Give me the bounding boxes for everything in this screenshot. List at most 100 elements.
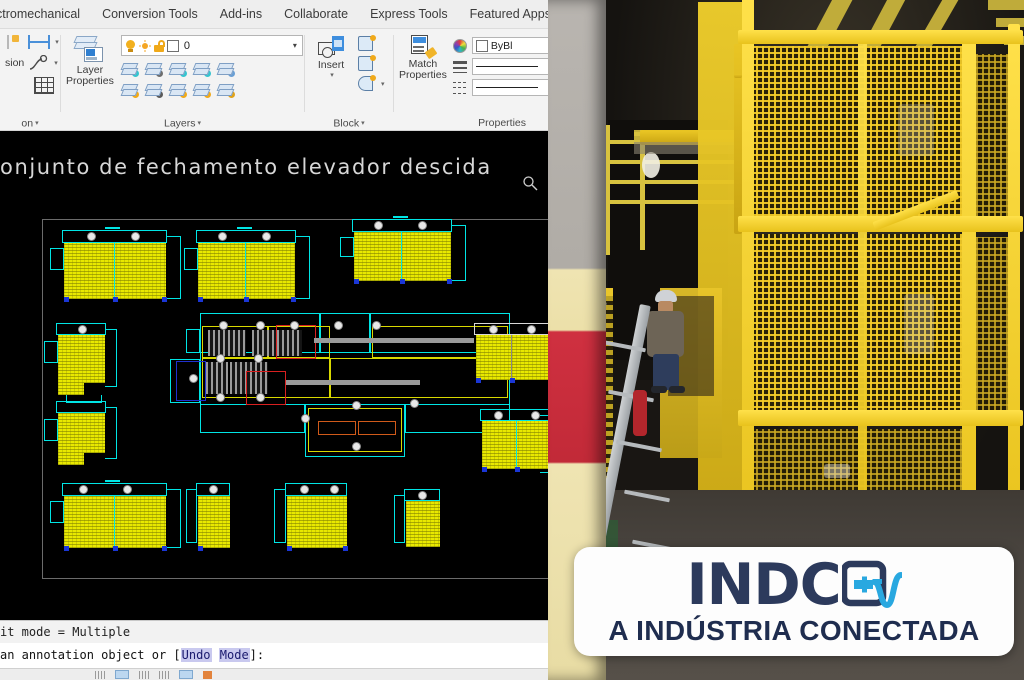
grip-point-blue[interactable] [162,546,167,551]
tab-electromechanical[interactable]: ctromechanical [0,0,91,29]
grip-point[interactable] [262,232,271,241]
polar-icon[interactable] [139,670,149,679]
tab-collaborate[interactable]: Collaborate [273,0,359,29]
grip-point[interactable] [290,321,299,330]
long-rail-bar[interactable] [314,338,474,343]
layer-thaw-all-icon[interactable] [169,82,187,98]
block-caret-icon[interactable]: ▾ [361,120,365,127]
match-properties-button[interactable]: Match Properties [399,33,447,81]
grip-point[interactable] [489,325,498,334]
layer-change-to-current-icon[interactable] [217,82,235,98]
panel-side-tab-right[interactable] [295,236,310,299]
panel-side-tab-right[interactable] [540,415,548,473]
panel-side-tab-left[interactable] [274,489,286,543]
highlight-box-orange[interactable] [318,421,356,435]
panel-hatch[interactable] [64,496,166,548]
grip-point[interactable] [494,411,503,420]
osnap-icon[interactable] [159,670,169,679]
panel-properties-title[interactable]: Properties [394,116,544,131]
grip-point[interactable] [189,374,198,383]
panel-hatch[interactable] [198,243,295,299]
layer-merge-icon[interactable] [217,61,235,77]
color-swatch-icon[interactable] [166,39,179,52]
panel-frame-top[interactable] [62,230,167,243]
layer-freeze-icon[interactable] [169,61,187,77]
create-block-icon[interactable] [358,35,376,51]
panel-annotation-title[interactable]: on ▾ [0,116,60,131]
grip-point-blue[interactable] [244,297,249,302]
grip-point[interactable] [131,232,140,241]
grip-point[interactable] [256,393,265,402]
panel-block-title[interactable]: Block ▾ [305,116,393,131]
grip-point[interactable] [209,485,218,494]
grip-point[interactable] [418,221,427,230]
color-combo[interactable]: ByBl [471,37,548,54]
panel-hatch[interactable] [198,496,230,548]
grip-point[interactable] [87,232,96,241]
grip-point[interactable] [330,485,339,494]
grip-point[interactable] [418,491,427,500]
panel-side-tab-left[interactable] [186,489,197,543]
panel-side-tab-right[interactable] [166,236,181,299]
insert-button[interactable]: Insert ▾ [310,33,352,79]
leader-caret-icon[interactable]: ▾ [54,59,58,67]
grip-point[interactable] [301,414,310,423]
panel-side-tab-right[interactable] [451,225,466,281]
grip-point-blue[interactable] [291,297,296,302]
grip-point[interactable] [352,401,361,410]
layer-properties-button[interactable]: Layer Properties [66,33,114,87]
grip-point[interactable] [374,221,383,230]
dimension-caret-icon[interactable]: ▾ [55,38,59,46]
grip-point[interactable] [254,354,263,363]
panel-frame-top[interactable] [352,219,452,232]
long-rail-bar[interactable] [286,380,420,385]
panel-side-tab-left[interactable] [44,341,58,363]
layer-isolate-icon[interactable] [121,61,139,77]
grip-point-blue[interactable] [162,297,167,302]
panel-frame-top[interactable] [56,401,106,413]
grip-point[interactable] [218,232,227,241]
block-attribute-icon[interactable] [358,75,376,91]
panel-hatch[interactable] [482,421,548,469]
grip-point[interactable] [123,485,132,494]
panel-hatch[interactable] [354,232,451,281]
grip-point-blue[interactable] [198,546,203,551]
layers-caret-icon[interactable]: ▾ [198,120,202,127]
color-wheel-icon[interactable] [452,38,467,53]
command-line[interactable]: it mode = Multiple an annotation object … [0,620,548,668]
grip-point[interactable] [219,321,228,330]
grip-point[interactable] [527,325,536,334]
edit-block-icon[interactable] [358,55,376,71]
layer-unisolate-icon[interactable] [145,61,163,77]
grip-point-blue[interactable] [447,279,452,284]
insert-caret-icon[interactable]: ▾ [330,71,334,79]
panel-side-tab-right[interactable] [166,489,181,548]
grip-point[interactable] [216,354,225,363]
grip-point-blue[interactable] [198,297,203,302]
panel-hatch[interactable] [58,413,105,453]
unlock-icon[interactable] [153,39,165,52]
grip-point[interactable] [216,393,225,402]
grip-point-blue[interactable] [343,546,348,551]
panel-side-tab-left[interactable] [184,248,198,270]
grip-point[interactable] [352,442,361,451]
highlight-box-red[interactable] [246,371,286,405]
grip-point[interactable] [300,485,309,494]
layer-match-icon[interactable] [145,82,163,98]
layer-combo[interactable]: 0 ▾ [120,35,303,56]
panel-layers-title[interactable]: Layers ▾ [61,116,304,131]
panel-frame-top[interactable] [62,483,167,496]
panel-side-tab-left[interactable] [44,419,58,441]
panel-side-tab-right[interactable] [105,329,117,387]
tab-express-tools[interactable]: Express Tools [359,0,459,29]
annotation-caret-icon[interactable]: ▾ [35,120,39,127]
panel-hatch[interactable] [287,496,347,548]
highlight-box-red[interactable] [276,325,316,359]
panel-frame-top[interactable] [196,230,296,243]
layer-unlock-icon[interactable] [193,82,211,98]
command-prompt-line[interactable]: an annotation object or [Undo Mode]: [0,643,548,668]
lineweight-icon[interactable] [452,60,467,73]
layer-off-icon[interactable] [121,82,139,98]
panel-side-tab-left[interactable] [394,495,405,543]
panel-frame-top-white[interactable] [474,323,548,335]
